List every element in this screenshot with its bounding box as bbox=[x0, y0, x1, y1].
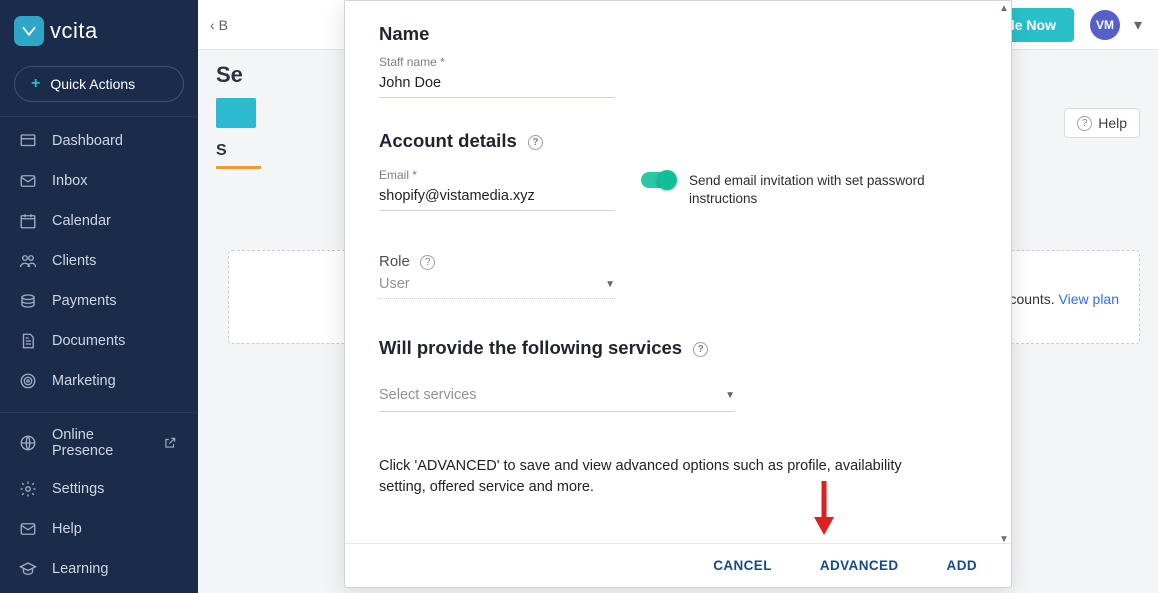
quick-actions-button[interactable]: + Quick Actions bbox=[14, 66, 184, 102]
sidebar-item-label: Learning bbox=[52, 561, 108, 577]
section-services-title: Will provide the following services ? bbox=[379, 337, 977, 359]
payments-icon bbox=[18, 291, 38, 311]
help-icon bbox=[18, 519, 38, 539]
send-invite-label: Send email invitation with set password … bbox=[689, 172, 939, 208]
inbox-icon bbox=[18, 171, 38, 191]
services-placeholder: Select services bbox=[379, 387, 477, 403]
sidebar-item-label: Help bbox=[52, 521, 82, 537]
nav-secondary: Online Presence Settings Help Learning bbox=[0, 412, 198, 593]
dashboard-icon bbox=[18, 131, 38, 151]
calendar-icon bbox=[18, 211, 38, 231]
sidebar-item-documents[interactable]: Documents bbox=[0, 321, 198, 361]
sidebar-item-dashboard[interactable]: Dashboard bbox=[0, 121, 198, 161]
modal-overlay: ▲ ▼ Name Staff name * Account details ? … bbox=[198, 0, 1158, 593]
sidebar-item-label: Payments bbox=[52, 293, 116, 309]
advanced-button[interactable]: ADVANCED bbox=[820, 558, 899, 573]
sidebar-item-payments[interactable]: Payments bbox=[0, 281, 198, 321]
services-select[interactable]: Select services ▼ bbox=[379, 377, 735, 412]
sidebar-item-settings[interactable]: Settings bbox=[0, 469, 198, 509]
section-account-title: Account details ? bbox=[379, 130, 977, 152]
modal-footer: CANCEL ADVANCED ADD bbox=[345, 543, 1011, 587]
sidebar-item-label: Clients bbox=[52, 253, 96, 269]
sidebar-item-calendar[interactable]: Calendar bbox=[0, 201, 198, 241]
email-input[interactable] bbox=[379, 182, 615, 211]
section-role-title: Role ? bbox=[379, 253, 977, 270]
nav-primary: Dashboard Inbox Calendar Clients Payment… bbox=[0, 116, 198, 405]
advanced-hint: Click 'ADVANCED' to save and view advanc… bbox=[379, 456, 919, 498]
sidebar-item-learning[interactable]: Learning bbox=[0, 549, 198, 589]
plus-icon: + bbox=[31, 75, 40, 93]
sidebar-item-label: Settings bbox=[52, 481, 104, 497]
services-title-text: Will provide the following services bbox=[379, 337, 682, 358]
sidebar: vcita + Quick Actions Dashboard Inbox Ca… bbox=[0, 0, 198, 593]
globe-icon bbox=[18, 433, 38, 453]
sidebar-item-label: Inbox bbox=[52, 173, 87, 189]
documents-icon bbox=[18, 331, 38, 351]
external-link-icon bbox=[160, 433, 180, 453]
section-name-title: Name bbox=[379, 23, 977, 45]
role-title-text: Role bbox=[379, 253, 410, 270]
staff-name-label: Staff name * bbox=[379, 55, 977, 69]
quick-actions-label: Quick Actions bbox=[50, 76, 135, 92]
logo: vcita bbox=[0, 0, 198, 56]
chevron-down-icon: ▼ bbox=[725, 390, 735, 401]
sidebar-item-clients[interactable]: Clients bbox=[0, 241, 198, 281]
question-icon[interactable]: ? bbox=[528, 135, 543, 150]
learning-icon bbox=[18, 559, 38, 579]
sidebar-item-marketing[interactable]: Marketing bbox=[0, 361, 198, 401]
chevron-down-icon: ▼ bbox=[605, 279, 615, 290]
logo-mark-icon bbox=[14, 16, 44, 46]
question-icon[interactable]: ? bbox=[420, 255, 435, 270]
scroll-up-icon[interactable]: ▲ bbox=[999, 3, 1009, 14]
logo-text: vcita bbox=[50, 18, 98, 44]
staff-name-input[interactable] bbox=[379, 69, 615, 98]
sidebar-item-label: Marketing bbox=[52, 373, 116, 389]
gear-icon bbox=[18, 479, 38, 499]
sidebar-item-label: Dashboard bbox=[52, 133, 123, 149]
cancel-button[interactable]: CANCEL bbox=[713, 558, 772, 573]
sidebar-item-inbox[interactable]: Inbox bbox=[0, 161, 198, 201]
sidebar-item-help[interactable]: Help bbox=[0, 509, 198, 549]
add-button[interactable]: ADD bbox=[947, 558, 977, 573]
modal-body: Name Staff name * Account details ? Emai… bbox=[345, 1, 1011, 543]
scroll-down-icon[interactable]: ▼ bbox=[999, 534, 1009, 545]
account-title-text: Account details bbox=[379, 130, 517, 151]
sidebar-item-label: Online Presence bbox=[52, 427, 146, 459]
question-icon[interactable]: ? bbox=[693, 342, 708, 357]
sidebar-item-online-presence[interactable]: Online Presence bbox=[0, 417, 198, 469]
email-label: Email * bbox=[379, 168, 615, 182]
send-invite-toggle[interactable] bbox=[641, 172, 675, 188]
add-staff-modal: ▲ ▼ Name Staff name * Account details ? … bbox=[344, 0, 1012, 588]
marketing-icon bbox=[18, 371, 38, 391]
clients-icon bbox=[18, 251, 38, 271]
role-select[interactable]: User ▼ bbox=[379, 270, 615, 299]
sidebar-item-label: Documents bbox=[52, 333, 125, 349]
main: ‹ B Upgrade Now VM ▾ ? Help Se S n e usi… bbox=[198, 0, 1158, 593]
sidebar-item-label: Calendar bbox=[52, 213, 111, 229]
role-value: User bbox=[379, 276, 410, 292]
